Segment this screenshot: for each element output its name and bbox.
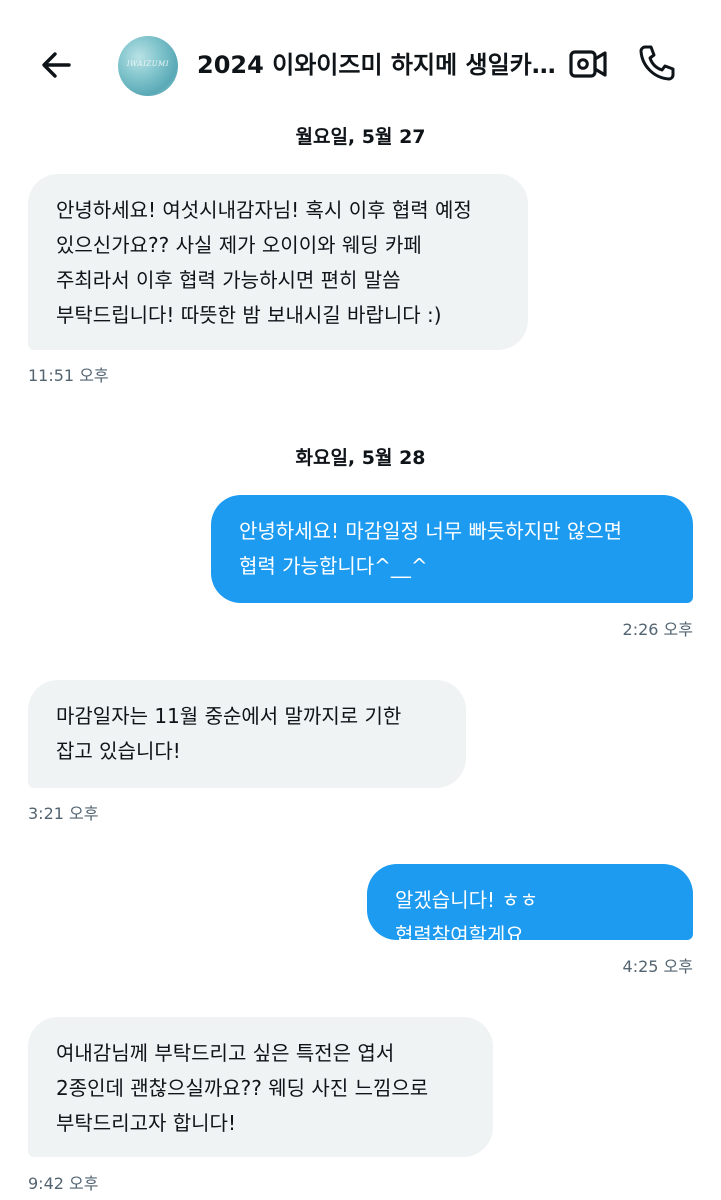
avatar-logo-text: IWAIZUMI <box>126 60 170 68</box>
phone-icon <box>639 45 675 81</box>
video-call-button[interactable] <box>568 44 608 84</box>
received-message-bubble[interactable]: 마감일자는 11월 중순에서 말까지로 기한 잡고 있습니다! <box>28 680 466 788</box>
date-separator: 월요일, 5월 27 <box>295 126 426 148</box>
message-timestamp: 11:51 오후 <box>28 366 109 385</box>
back-button[interactable] <box>36 44 78 86</box>
sent-message-bubble[interactable]: 알겠습니다! ㅎㅎ 협력참여할게요 <box>367 864 693 947</box>
voice-call-button[interactable] <box>636 42 678 84</box>
arrow-left-icon <box>42 52 71 78</box>
video-camera-icon <box>569 50 607 78</box>
message-timestamp: 9:42 오후 <box>28 1174 99 1193</box>
conversation-header: IWAIZUMI 2024 이와이즈미 하지메 생일카... <box>0 0 721 120</box>
avatar[interactable]: IWAIZUMI <box>118 36 178 96</box>
sent-message-bubble[interactable]: 안녕하세요! 마감일정 너무 빠듯하지만 않으면 협력 가능합니다^__^ <box>211 495 693 603</box>
conversation-title[interactable]: 2024 이와이즈미 하지메 생일카... <box>197 44 557 86</box>
message-timestamp: 2:26 오후 <box>622 620 693 639</box>
message-timestamp: 4:25 오후 <box>622 957 693 976</box>
received-message-bubble[interactable]: 여내감님께 부탁드리고 싶은 특전은 엽서 2종인데 괜찮으실까요?? 웨딩 사… <box>28 1017 493 1157</box>
date-separator: 화요일, 5월 28 <box>295 447 426 469</box>
message-timestamp: 3:21 오후 <box>28 804 99 823</box>
received-message-bubble[interactable]: 안녕하세요! 여섯시내감자님! 혹시 이후 협력 예정 있으신가요?? 사실 제… <box>28 174 528 350</box>
